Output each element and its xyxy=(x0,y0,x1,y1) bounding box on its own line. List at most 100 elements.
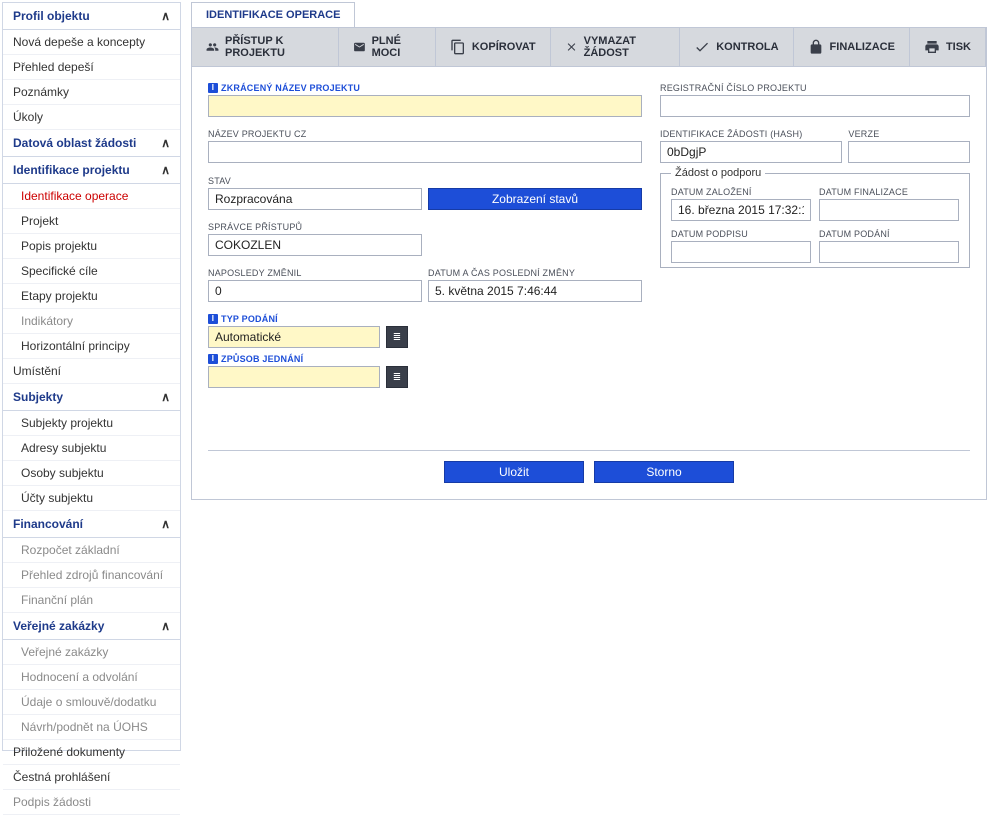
tool-tisk[interactable]: TISK xyxy=(910,28,986,66)
sidebar-section-identifikace[interactable]: Identifikace projektu ∧ xyxy=(3,157,180,184)
sidebar-item-subjekty-projektu[interactable]: Subjekty projektu xyxy=(3,411,180,436)
input-hash[interactable] xyxy=(660,141,842,163)
sidebar-item-cile[interactable]: Specifické cíle xyxy=(3,259,180,284)
button-zobrazeni-stavu[interactable]: Zobrazení stavů xyxy=(428,188,642,210)
chevron-up-icon: ∧ xyxy=(161,163,170,177)
label-datum-podani: DATUM PODÁNÍ xyxy=(819,229,959,239)
sidebar-item-horizontalni[interactable]: Horizontální principy xyxy=(3,334,180,359)
sidebar-item-finplan[interactable]: Finanční plán xyxy=(3,588,180,613)
sidebar-item-etapy[interactable]: Etapy projektu xyxy=(3,284,180,309)
copy-icon xyxy=(450,39,466,55)
lock-icon xyxy=(808,39,824,55)
input-datum-podpisu[interactable] xyxy=(671,241,811,263)
sidebar-section-profil[interactable]: Profil objektu ∧ xyxy=(3,3,180,30)
tabbar: IDENTIFIKACE OPERACE xyxy=(191,2,987,28)
sidebar-item-prehled-depesi[interactable]: Přehled depeší xyxy=(3,55,180,80)
label-datum-zalozeni: DATUM ZALOŽENÍ xyxy=(671,187,811,197)
sidebar-item-ukoly[interactable]: Úkoly xyxy=(3,105,180,130)
main-area: IDENTIFIKACE OPERACE PŘÍSTUP K PROJEKTU … xyxy=(183,0,995,753)
sidebar-item-indikatory[interactable]: Indikátory xyxy=(3,309,180,334)
sidebar-item-identifikace-operace[interactable]: Identifikace operace xyxy=(3,184,180,209)
sidebar-item-adresy[interactable]: Adresy subjektu xyxy=(3,436,180,461)
sidebar-item-popis[interactable]: Popis projektu xyxy=(3,234,180,259)
list-icon: ≣ xyxy=(393,372,401,383)
chevron-up-icon: ∧ xyxy=(161,136,170,150)
sidebar-section-label: Subjekty xyxy=(13,390,63,404)
tool-label: PLNÉ MOCI xyxy=(372,35,421,59)
label-nazev-cz: NÁZEV PROJEKTU CZ xyxy=(208,129,642,139)
sidebar-item-umisteni[interactable]: Umístění xyxy=(3,359,180,384)
sidebar-section-label: Profil objektu xyxy=(13,9,90,23)
tool-label: TISK xyxy=(946,41,971,53)
chevron-up-icon: ∧ xyxy=(161,517,170,531)
tool-label: KOPÍROVAT xyxy=(472,41,536,53)
label-datum-finalizace: DATUM FINALIZACE xyxy=(819,187,959,197)
input-verze[interactable] xyxy=(848,141,970,163)
sidebar-section-financovani[interactable]: Financování ∧ xyxy=(3,511,180,538)
cancel-button[interactable]: Storno xyxy=(594,461,734,483)
tool-label: PŘÍSTUP K PROJEKTU xyxy=(225,35,324,59)
label-reg-cislo: REGISTRAČNÍ ČÍSLO PROJEKTU xyxy=(660,83,970,93)
label-stav: STAV xyxy=(208,176,422,186)
tool-kontrola[interactable]: KONTROLA xyxy=(680,28,793,66)
print-icon xyxy=(924,39,940,55)
input-datum-zmeny[interactable] xyxy=(428,280,642,302)
input-datum-podani[interactable] xyxy=(819,241,959,263)
input-typ-podani[interactable] xyxy=(208,326,380,348)
sidebar-item-poznamky[interactable]: Poznámky xyxy=(3,80,180,105)
delete-icon xyxy=(565,39,578,55)
sidebar-section-datova[interactable]: Datová oblast žádosti ∧ xyxy=(3,130,180,157)
sidebar-item-verejne[interactable]: Veřejné zakázky xyxy=(3,640,180,665)
label-zkraceny: iZKRÁCENÝ NÁZEV PROJEKTU xyxy=(208,83,642,93)
sidebar-item-smlouva[interactable]: Údaje o smlouvě/dodatku xyxy=(3,690,180,715)
check-icon xyxy=(694,39,710,55)
label-datum-podpisu: DATUM PODPISU xyxy=(671,229,811,239)
tool-label: KONTROLA xyxy=(716,41,778,53)
label-zpusob: iZPŮSOB JEDNÁNÍ xyxy=(208,354,380,364)
sidebar-item-rozpocet[interactable]: Rozpočet základní xyxy=(3,538,180,563)
input-zkraceny-nazev[interactable] xyxy=(208,95,642,117)
input-datum-zalozeni[interactable] xyxy=(671,199,811,221)
sidebar-section-label: Datová oblast žádosti xyxy=(13,136,136,150)
chevron-up-icon: ∧ xyxy=(161,9,170,23)
input-reg-cislo[interactable] xyxy=(660,95,970,117)
input-stav[interactable] xyxy=(208,188,422,210)
sidebar-section-label: Veřejné zakázky xyxy=(13,619,104,633)
sidebar-item-podpis[interactable]: Podpis žádosti xyxy=(3,790,180,815)
sidebar-item-ucty[interactable]: Účty subjektu xyxy=(3,486,180,511)
sidebar-section-subjekty[interactable]: Subjekty ∧ xyxy=(3,384,180,411)
input-datum-finalizace[interactable] xyxy=(819,199,959,221)
sidebar: Profil objektu ∧ Nová depeše a koncepty … xyxy=(2,2,181,751)
tool-plnemoci[interactable]: PLNÉ MOCI xyxy=(339,28,436,66)
tool-pristup[interactable]: PŘÍSTUP K PROJEKTU xyxy=(192,28,339,66)
lookup-zpusob-button[interactable]: ≣ xyxy=(386,366,408,388)
input-zpusob-jednani[interactable] xyxy=(208,366,380,388)
chevron-up-icon: ∧ xyxy=(161,619,170,633)
input-naposledy-zmenil[interactable] xyxy=(208,280,422,302)
label-typ-podani: iTYP PODÁNÍ xyxy=(208,314,380,324)
input-nazev-cz[interactable] xyxy=(208,141,642,163)
toolbar: PŘÍSTUP K PROJEKTU PLNÉ MOCI KOPÍROVAT V… xyxy=(191,28,987,67)
mail-icon xyxy=(353,39,366,55)
lookup-typ-podani-button[interactable]: ≣ xyxy=(386,326,408,348)
fieldset-legend: Žádost o podporu xyxy=(671,167,765,179)
form-area: iZKRÁCENÝ NÁZEV PROJEKTU REGISTRAČNÍ ČÍS… xyxy=(191,67,987,500)
tab-identifikace[interactable]: IDENTIFIKACE OPERACE xyxy=(191,2,355,27)
sidebar-section-label: Financování xyxy=(13,517,83,531)
sidebar-item-prohlaseni[interactable]: Čestná prohlášení xyxy=(3,765,180,790)
people-icon xyxy=(206,39,219,55)
sidebar-item-hodnoceni[interactable]: Hodnocení a odvolání xyxy=(3,665,180,690)
sidebar-section-verej[interactable]: Veřejné zakázky ∧ xyxy=(3,613,180,640)
sidebar-item-osoby[interactable]: Osoby subjektu xyxy=(3,461,180,486)
input-spravce[interactable] xyxy=(208,234,422,256)
tool-finalizace[interactable]: FINALIZACE xyxy=(794,28,910,66)
label-verze: VERZE xyxy=(848,129,970,139)
tool-kopirovat[interactable]: KOPÍROVAT xyxy=(436,28,551,66)
sidebar-item-projekt[interactable]: Projekt xyxy=(3,209,180,234)
sidebar-item-navrh[interactable]: Návrh/podnět na ÚOHS xyxy=(3,715,180,740)
tool-label: FINALIZACE xyxy=(830,41,895,53)
sidebar-item-zdroje[interactable]: Přehled zdrojů financování xyxy=(3,563,180,588)
save-button[interactable]: Uložit xyxy=(444,461,584,483)
tool-vymazat[interactable]: VYMAZAT ŽÁDOST xyxy=(551,28,681,66)
sidebar-item-nova-depese[interactable]: Nová depeše a koncepty xyxy=(3,30,180,55)
